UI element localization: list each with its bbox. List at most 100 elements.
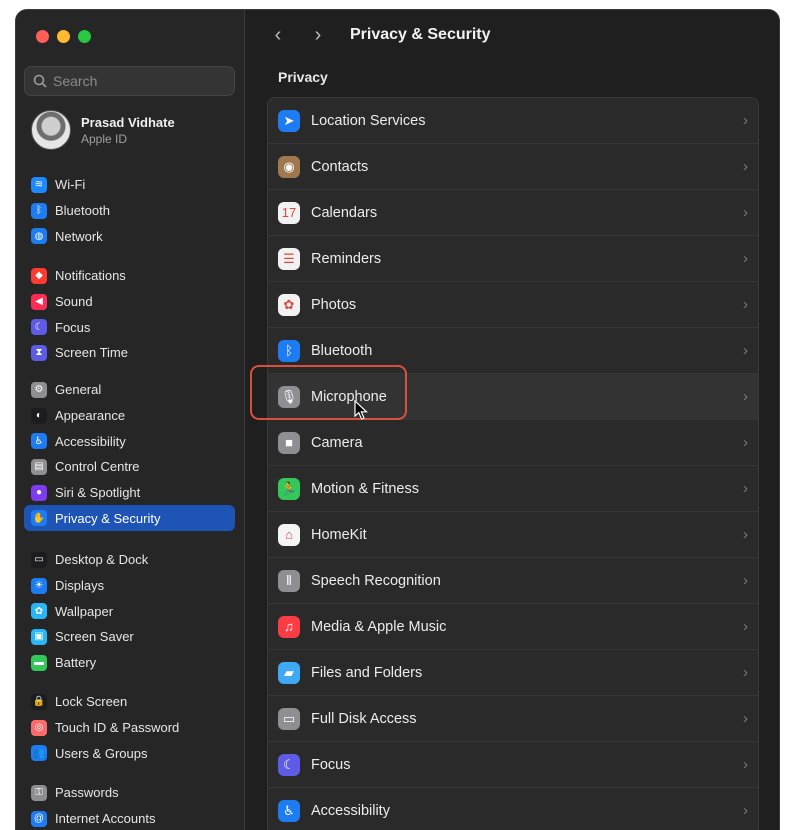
sidebar-item-desktop-and-dock[interactable]: ▭ Desktop & Dock — [24, 547, 235, 573]
wifi-icon: ≋ — [31, 176, 47, 193]
row-label: Microphone — [311, 388, 387, 405]
sidebar-item-label: Touch ID & Password — [55, 720, 180, 736]
chevron-right-icon: › — [743, 342, 748, 359]
accessibility-icon: ♿ — [31, 433, 47, 450]
sidebar-item-internet-accounts[interactable]: @ Internet Accounts — [24, 806, 235, 830]
sidebar-item-passwords[interactable]: ⚿ Passwords — [24, 780, 235, 806]
privacy-row-bluetooth[interactable]: ᛒ Bluetooth › — [268, 328, 758, 374]
moon-icon: ☾ — [31, 319, 47, 336]
at-icon: @ — [31, 810, 47, 827]
privacy-row-contacts[interactable]: ◉ Contacts › — [268, 144, 758, 190]
privacy-row-full-disk-access[interactable]: ▭ Full Disk Access › — [268, 696, 758, 742]
sidebar-item-appearance[interactable]: ◐ Appearance — [24, 403, 235, 429]
globe-icon: ◍ — [31, 228, 47, 245]
sidebar-item-screen-time[interactable]: ⧗ Screen Time — [24, 340, 235, 366]
sidebar-item-screen-saver[interactable]: ▣ Screen Saver — [24, 624, 235, 650]
profile-subtitle: Apple ID — [81, 131, 128, 146]
sidebar-item-displays[interactable]: ☀ Displays — [24, 573, 235, 599]
sidebar-item-privacy-and-security[interactable]: ✋ Privacy & Security — [24, 505, 235, 532]
sidebar: Prasad Vidhate Apple ID ≋ Wi-Fi ᛒ Bluetooth… — [16, 10, 245, 830]
battery-icon: ▬ — [31, 654, 47, 671]
row-label: Motion & Fitness — [311, 480, 419, 497]
avatar — [31, 110, 71, 150]
chevron-right-icon: › — [743, 802, 748, 819]
sidebar-item-focus[interactable]: ☾ Focus — [24, 314, 235, 340]
sidebar-item-wallpaper[interactable]: ✿ Wallpaper — [24, 598, 235, 624]
chevron-right-icon: › — [743, 204, 748, 221]
privacy-row-files-and-folders[interactable]: ▰ Files and Folders › — [268, 650, 758, 696]
hand-icon: ✋ — [31, 510, 47, 527]
privacy-row-accessibility[interactable]: ♿ Accessibility › — [268, 788, 758, 830]
speaker-icon: ◀ — [31, 293, 47, 310]
sidebar-item-users-and-groups[interactable]: 👥 Users & Groups — [24, 740, 235, 766]
privacy-row-microphone[interactable]: 🎙 Microphone › — [268, 374, 758, 420]
sidebar-item-label: Network — [55, 228, 103, 244]
sidebar-item-accessibility[interactable]: ♿ Accessibility — [24, 428, 235, 454]
privacy-row-media-and-apple-music[interactable]: ♫ Media & Apple Music › — [268, 604, 758, 650]
sidebar-item-general[interactable]: ⚙ General — [24, 377, 235, 403]
sidebar-group: ≋ Wi-Fi ᛒ Bluetooth ◍ Network — [24, 172, 235, 249]
sidebar-group: ⚙ General ◐ Appearance ♿ Accessibility ▤ Contro… — [24, 377, 235, 532]
gear-icon: ⚙ — [31, 381, 47, 398]
sidebar-item-network[interactable]: ◍ Network — [24, 223, 235, 249]
sidebar-item-label: Battery — [55, 655, 97, 671]
sidebar-item-label: Wallpaper — [55, 603, 114, 619]
search-icon — [33, 74, 47, 88]
sidebar-item-control-centre[interactable]: ▤ Control Centre — [24, 454, 235, 480]
privacy-row-speech-recognition[interactable]: ⦀ Speech Recognition › — [268, 558, 758, 604]
dock-icon: ▭ — [31, 551, 47, 568]
sidebar-item-bluetooth[interactable]: ᛒ Bluetooth — [24, 198, 235, 224]
privacy-row-focus[interactable]: ☾ Focus › — [268, 742, 758, 788]
back-button[interactable]: ‹ — [268, 24, 288, 46]
chevron-right-icon: › — [743, 572, 748, 589]
privacy-row-camera[interactable]: ■ Camera › — [268, 420, 758, 466]
sidebar-item-label: General — [55, 382, 102, 398]
sidebar-item-label: Siri & Spotlight — [55, 485, 141, 501]
privacy-row-photos[interactable]: ✿ Photos › — [268, 282, 758, 328]
sidebar-item-battery[interactable]: ▬ Battery — [24, 650, 235, 676]
row-label: Reminders — [311, 250, 382, 267]
sidebar-item-label: Desktop & Dock — [55, 552, 149, 568]
sidebar-item-sound[interactable]: ◀ Sound — [24, 289, 235, 315]
close-button[interactable] — [36, 30, 49, 43]
fingerprint-icon: ◎ — [31, 719, 47, 736]
sidebar-item-touch-id-and-password[interactable]: ◎ Touch ID & Password — [24, 715, 235, 741]
appearance-icon: ◐ — [31, 407, 47, 424]
privacy-row-homekit[interactable]: ⌂ HomeKit › — [268, 512, 758, 558]
disk-icon: ▭ — [278, 707, 300, 730]
apple-id-profile[interactable]: Prasad Vidhate Apple ID — [31, 110, 175, 150]
sidebar-item-notifications[interactable]: ◆ Notifications — [24, 263, 235, 289]
row-label: Camera — [311, 434, 363, 451]
sidebar-item-label: Appearance — [55, 408, 126, 424]
bluetooth-icon: ᛒ — [278, 339, 300, 362]
sidebar-item-label: Focus — [55, 319, 91, 335]
zoom-button[interactable] — [78, 30, 91, 43]
privacy-row-calendars[interactable]: 17 Calendars › — [268, 190, 758, 236]
privacy-row-motion-and-fitness[interactable]: 🏃 Motion & Fitness › — [268, 466, 758, 512]
camera-icon: ■ — [278, 431, 300, 454]
control-centre-icon: ▤ — [31, 458, 47, 475]
lock-icon: 🔒 — [31, 693, 47, 710]
privacy-row-reminders[interactable]: ☰ Reminders › — [268, 236, 758, 282]
row-label: Location Services — [311, 112, 426, 129]
search-input[interactable] — [53, 73, 223, 89]
search-field[interactable] — [24, 66, 235, 96]
sidebar-item-label: Internet Accounts — [55, 811, 156, 827]
sidebar-item-label: Lock Screen — [55, 694, 128, 710]
forward-button[interactable]: › — [308, 24, 328, 46]
row-label: Focus — [311, 756, 351, 773]
privacy-row-location-services[interactable]: ➤ Location Services › — [268, 98, 758, 144]
users-icon: 👥 — [31, 745, 47, 762]
bell-icon: ◆ — [31, 267, 47, 284]
row-label: Speech Recognition — [311, 572, 441, 589]
sidebar-item-wi-fi[interactable]: ≋ Wi-Fi — [24, 172, 235, 198]
profile-name: Prasad Vidhate — [81, 114, 175, 130]
main-pane: ‹ › Privacy & Security Privacy ➤ Location… — [246, 10, 779, 830]
sidebar-item-label: Users & Groups — [55, 745, 148, 761]
sidebar-item-lock-screen[interactable]: 🔒 Lock Screen — [24, 689, 235, 715]
sidebar-group: ⚿ Passwords @ Internet Accounts — [24, 780, 235, 830]
hourglass-icon: ⧗ — [31, 344, 47, 361]
minimize-button[interactable] — [57, 30, 70, 43]
sidebar-item-siri-and-spotlight[interactable]: ● Siri & Spotlight — [24, 480, 235, 506]
music-icon: ♫ — [278, 615, 300, 638]
